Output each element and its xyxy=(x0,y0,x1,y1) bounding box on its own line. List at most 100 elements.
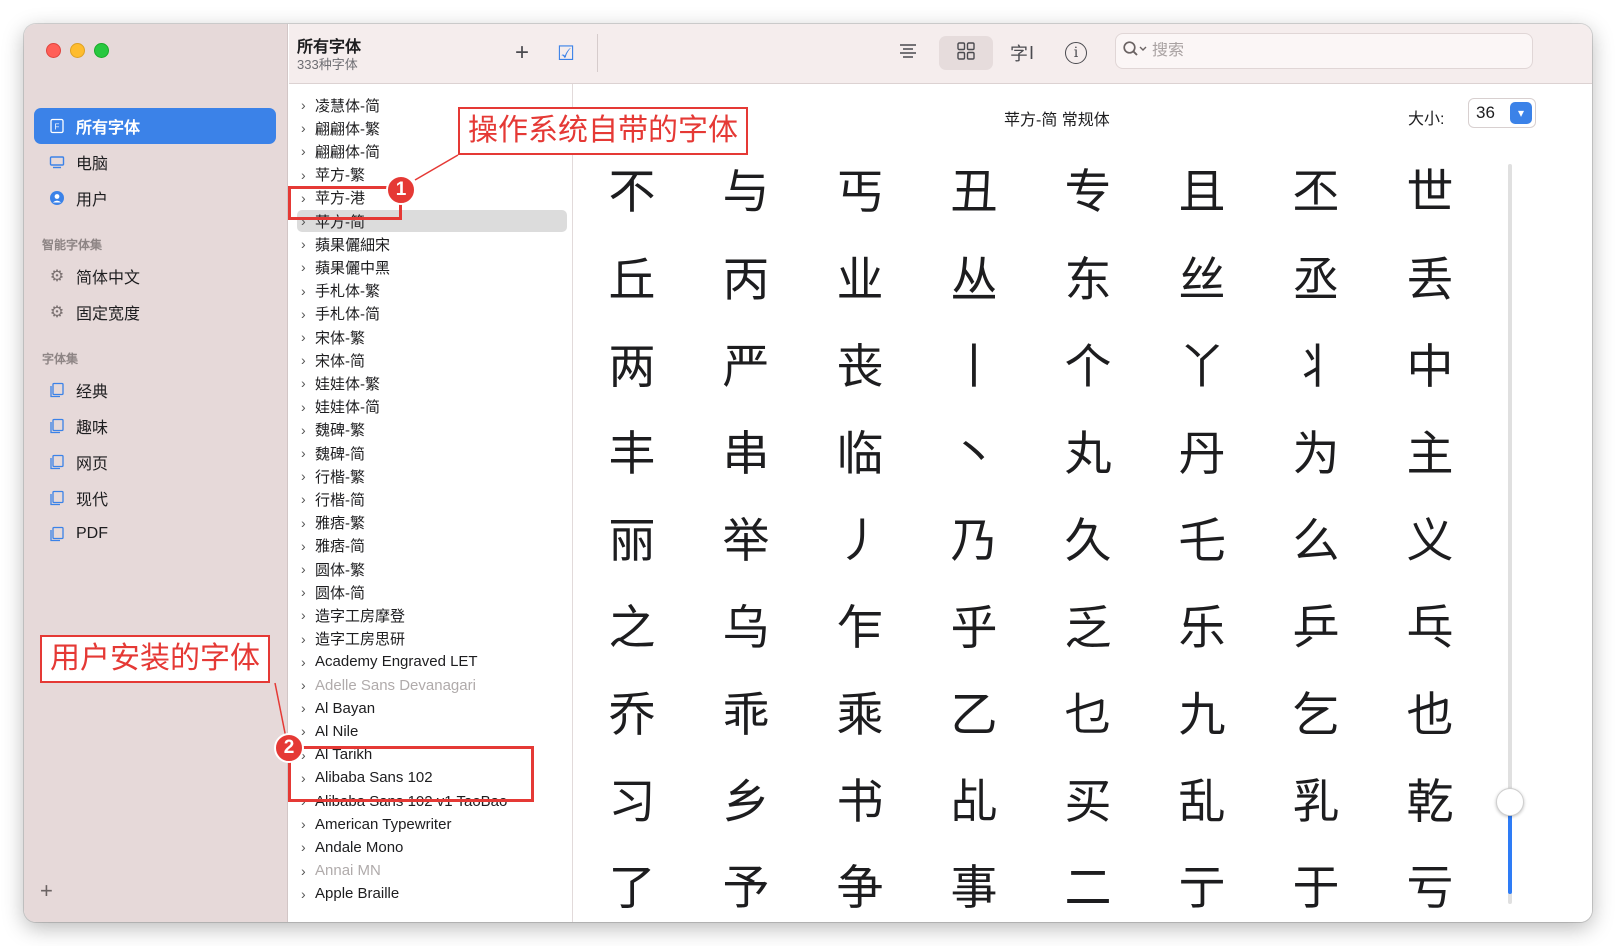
sidebar-item-pdf[interactable]: PDF xyxy=(34,516,276,552)
validate-font-button[interactable]: ☑ xyxy=(551,36,581,70)
font-list-item[interactable]: › 蘋果儷中黑 xyxy=(297,256,567,278)
font-list-item[interactable]: › 宋体-简 xyxy=(297,349,567,371)
chevron-right-icon[interactable]: › xyxy=(297,259,315,275)
grid-view-button[interactable] xyxy=(939,36,993,70)
size-slider-knob[interactable] xyxy=(1496,788,1524,816)
sidebar-item-fixed-width[interactable]: ⚙ 固定宽度 xyxy=(34,294,276,330)
font-list-item[interactable]: › 蘋果儷細宋 xyxy=(297,233,567,255)
font-list-item[interactable]: › 苹方-繁 xyxy=(297,164,567,186)
font-list-item[interactable]: › 娃娃体-简 xyxy=(297,396,567,418)
sidebar-item-user[interactable]: 用户 xyxy=(34,180,276,216)
font-list-item[interactable]: › 魏碑-简 xyxy=(297,442,567,464)
glyph-cell: 乞 xyxy=(1292,688,1340,743)
glyph-cell: 事 xyxy=(950,861,998,916)
search-field[interactable] xyxy=(1115,33,1533,69)
chevron-right-icon[interactable]: › xyxy=(297,445,315,461)
size-combobox[interactable]: 36 ▾ xyxy=(1468,98,1536,128)
glyph-cell: 于 xyxy=(1292,861,1340,916)
add-font-button[interactable]: + xyxy=(507,36,537,70)
chevron-right-icon[interactable]: › xyxy=(297,631,315,647)
font-family-name: Academy Engraved LET xyxy=(315,653,478,671)
chevron-right-icon[interactable]: › xyxy=(297,236,315,252)
sidebar-item-simplified-chinese[interactable]: ⚙ 简体中文 xyxy=(34,258,276,294)
font-list-item[interactable]: › Al Nile xyxy=(297,720,567,742)
zoom-button[interactable] xyxy=(94,43,109,58)
chevron-right-icon[interactable]: › xyxy=(297,816,315,832)
sidebar-item-fun[interactable]: 趣味 xyxy=(34,408,276,444)
font-count: 333种字体 xyxy=(297,57,358,72)
font-list-item[interactable]: › 行楷-简 xyxy=(297,488,567,510)
list-view-button[interactable] xyxy=(891,36,925,70)
glyph-cell: 与 xyxy=(722,165,770,220)
font-list-item[interactable]: › 手札体-繁 xyxy=(297,280,567,302)
chevron-down-icon[interactable]: ▾ xyxy=(1510,102,1532,124)
font-list-item[interactable]: › 圆体-繁 xyxy=(297,558,567,580)
font-family-name: 蘋果儷細宋 xyxy=(315,236,391,254)
toolbar-divider xyxy=(597,34,598,72)
font-list-item[interactable]: › Andale Mono xyxy=(297,836,567,858)
glyph-cell: 乃 xyxy=(950,514,998,569)
chevron-right-icon[interactable]: › xyxy=(297,120,315,136)
sample-text-button[interactable]: 字I xyxy=(1005,36,1039,70)
sidebar-item-classic[interactable]: 经典 xyxy=(34,372,276,408)
font-list-item[interactable]: › Al Bayan xyxy=(297,697,567,719)
font-list-item[interactable]: › Adelle Sans Devanagari xyxy=(297,674,567,696)
chevron-right-icon[interactable]: › xyxy=(297,584,315,600)
chevron-right-icon[interactable]: › xyxy=(297,515,315,531)
chevron-right-icon[interactable]: › xyxy=(297,654,315,670)
chevron-right-icon[interactable]: › xyxy=(297,607,315,623)
sidebar-item-computer[interactable]: 电脑 xyxy=(34,144,276,180)
font-list-item[interactable]: › Annai MN xyxy=(297,860,567,882)
glyph-cell: 乍 xyxy=(836,601,884,656)
font-family-name: 娃娃体-简 xyxy=(315,399,380,417)
chevron-right-icon[interactable]: › xyxy=(297,491,315,507)
font-list-item[interactable]: › American Typewriter xyxy=(297,813,567,835)
font-list-item[interactable]: › 行楷-繁 xyxy=(297,465,567,487)
font-list-item[interactable]: › 娃娃体-繁 xyxy=(297,372,567,394)
font-list-item[interactable]: › 雅痞-繁 xyxy=(297,512,567,534)
glyph-grid: 不 与 丐 丑 专 且 丕 世丘 丙 业 丛 东 丝 丞 丢两 严 丧 丨 个 丫 丬 中丰 串 临 丶 丸 丹 为 主丽 举 丿 乃 久 乇 么 义… xyxy=(574,84,1474,922)
font-list-item[interactable]: › Apple Braille xyxy=(297,883,567,905)
info-button[interactable]: i xyxy=(1061,36,1091,70)
chevron-right-icon[interactable]: › xyxy=(297,422,315,438)
glyph-cell: 乔 xyxy=(608,688,656,743)
font-list-item[interactable]: › 圆体-简 xyxy=(297,581,567,603)
chevron-right-icon[interactable]: › xyxy=(297,143,315,159)
chevron-right-icon[interactable]: › xyxy=(297,306,315,322)
glyph-cell: 久 xyxy=(1064,514,1112,569)
chevron-right-icon[interactable]: › xyxy=(297,677,315,693)
chevron-right-icon[interactable]: › xyxy=(297,97,315,113)
font-list-item[interactable]: › 魏碑-繁 xyxy=(297,419,567,441)
add-collection-button[interactable]: + xyxy=(40,878,53,904)
sidebar-item-modern[interactable]: 现代 xyxy=(34,480,276,516)
font-list-item[interactable]: › 造字工房摩登 xyxy=(297,604,567,626)
font-list-item[interactable]: › 造字工房思研 xyxy=(297,628,567,650)
minimize-button[interactable] xyxy=(70,43,85,58)
chevron-right-icon[interactable]: › xyxy=(297,167,315,183)
glyph-cell: 乙 xyxy=(950,688,998,743)
chevron-right-icon[interactable]: › xyxy=(297,538,315,554)
chevron-right-icon[interactable]: › xyxy=(297,839,315,855)
sidebar-item-web[interactable]: 网页 xyxy=(34,444,276,480)
chevron-right-icon[interactable]: › xyxy=(297,863,315,879)
chevron-right-icon[interactable]: › xyxy=(297,329,315,345)
font-list-item[interactable]: › 手札体-简 xyxy=(297,303,567,325)
chevron-right-icon[interactable]: › xyxy=(297,352,315,368)
search-input[interactable] xyxy=(1152,42,1532,60)
glyph-cell: 乐 xyxy=(1178,601,1226,656)
chevron-right-icon[interactable]: › xyxy=(297,399,315,415)
chevron-right-icon[interactable]: › xyxy=(297,886,315,902)
chevron-right-icon[interactable]: › xyxy=(297,561,315,577)
close-button[interactable] xyxy=(46,43,61,58)
chevron-right-icon[interactable]: › xyxy=(297,375,315,391)
chevron-right-icon[interactable]: › xyxy=(297,468,315,484)
glyph-cell: 丞 xyxy=(1292,253,1340,308)
sidebar-item-all-fonts[interactable]: F 所有字体 xyxy=(34,108,276,144)
annotation-badge-2: 2 xyxy=(274,733,304,763)
chevron-right-icon[interactable]: › xyxy=(297,700,315,716)
font-list-item[interactable]: › 宋体-繁 xyxy=(297,326,567,348)
collection-icon xyxy=(48,489,66,507)
chevron-right-icon[interactable]: › xyxy=(297,283,315,299)
font-list-item[interactable]: › Academy Engraved LET xyxy=(297,651,567,673)
font-list-item[interactable]: › 雅痞-简 xyxy=(297,535,567,557)
